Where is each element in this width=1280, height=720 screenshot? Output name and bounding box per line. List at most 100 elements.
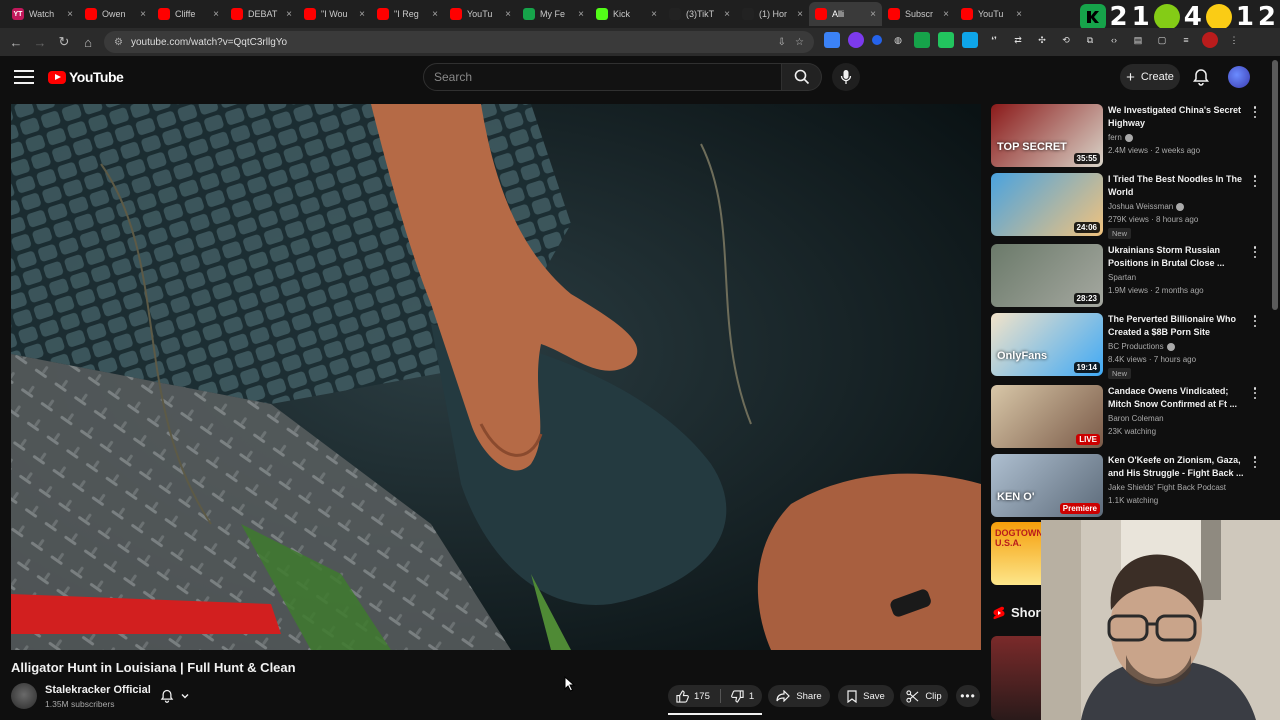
recommended-channel[interactable]: Spartan — [1108, 273, 1136, 282]
youtube-logo[interactable]: YouTube — [48, 69, 124, 85]
channel-avatar[interactable] — [11, 683, 37, 709]
recommended-video[interactable]: TOP SECRET 35:55 We Investigated China's S… — [991, 104, 1263, 168]
extension-icon[interactable] — [914, 32, 930, 48]
browser-tab[interactable]: Subscr × — [882, 2, 955, 26]
cast-icon[interactable]: ≡ — [1178, 32, 1194, 48]
extension-icon[interactable] — [938, 32, 954, 48]
install-icon[interactable]: ⇩ — [778, 37, 786, 48]
more-vertical-icon[interactable] — [1252, 175, 1258, 187]
browser-tab[interactable]: (3)TikT × — [663, 2, 736, 26]
recommended-video[interactable]: LIVE Candace Owens Vindicated; Mitch Snow… — [991, 385, 1263, 449]
extension-icon[interactable] — [848, 32, 864, 48]
save-button[interactable]: Save — [838, 685, 894, 707]
bookmark-star-icon[interactable]: ☆ — [795, 37, 804, 48]
back-button[interactable]: ← — [4, 30, 28, 54]
tab-close-icon[interactable]: × — [1016, 9, 1022, 20]
menu-icon[interactable] — [14, 68, 34, 86]
browser-tab[interactable]: Kick × — [590, 2, 663, 26]
notifications-bell-icon[interactable] — [1192, 68, 1210, 86]
recommended-video[interactable]: KEN O' Premiere Ken O'Keefe on Zionism, Ga… — [991, 454, 1263, 518]
video-thumbnail[interactable]: OnlyFans 19:14 — [991, 313, 1103, 376]
video-thumbnail[interactable]: KEN O' Premiere — [991, 454, 1103, 517]
search-button[interactable] — [782, 63, 822, 91]
browser-tab[interactable]: My Fe × — [517, 2, 590, 26]
dislike-button[interactable]: 1 — [730, 689, 754, 703]
tab-close-icon[interactable]: × — [943, 9, 949, 20]
subscription-bell-button[interactable] — [160, 686, 204, 706]
page-scrollbar[interactable] — [1272, 60, 1278, 310]
browser-tab[interactable]: "I Wou × — [298, 2, 371, 26]
profile-icon[interactable] — [1202, 32, 1218, 48]
more-vertical-icon[interactable] — [1252, 387, 1258, 399]
clip-button[interactable]: Clip — [900, 685, 948, 707]
recommended-channel[interactable]: Joshua Weissman — [1108, 202, 1185, 211]
recommended-title[interactable]: The Perverted Billionaire Who Created a … — [1108, 313, 1248, 339]
video-thumbnail[interactable]: 28:23 — [991, 244, 1103, 307]
browser-tab[interactable]: Owen × — [79, 2, 152, 26]
more-vertical-icon[interactable] — [1252, 315, 1258, 327]
browser-tab[interactable]: YouTu × — [955, 2, 1028, 26]
forward-button[interactable]: → — [28, 30, 52, 54]
recommended-channel[interactable]: BC Productions — [1108, 342, 1175, 351]
tab-close-icon[interactable]: × — [724, 9, 730, 20]
voice-search-button[interactable] — [832, 63, 860, 91]
extension-icon[interactable]: ❛❜ — [986, 32, 1002, 48]
tab-close-icon[interactable]: × — [140, 9, 146, 20]
channel-name[interactable]: Stalekracker Official — [45, 684, 151, 696]
window-icon[interactable]: ▢ — [1154, 32, 1170, 48]
more-vertical-icon[interactable] — [1252, 106, 1258, 118]
recommended-video[interactable]: OnlyFans 19:14 The Perverted Billionaire W… — [991, 313, 1263, 379]
sidebar-icon[interactable]: ▤ — [1130, 32, 1146, 48]
recommended-video[interactable]: 28:23 Ukrainians Storm Russian Positions … — [991, 244, 1263, 308]
browser-tab[interactable]: (1) Hor × — [736, 2, 809, 26]
tab-close-icon[interactable]: × — [286, 9, 292, 20]
extension-icon[interactable] — [962, 32, 978, 48]
browser-tab[interactable]: YT Watch × — [6, 2, 79, 26]
reload-button[interactable]: ↻ — [52, 30, 76, 54]
browser-tab[interactable]: YouTu × — [444, 2, 517, 26]
devtools-icon[interactable]: ‹› — [1106, 32, 1122, 48]
screenshot-icon[interactable]: ⧉ — [1082, 32, 1098, 48]
extension-icon[interactable]: ◍ — [890, 32, 906, 48]
puzzle-icon[interactable]: ✣ — [1034, 32, 1050, 48]
home-button[interactable]: ⌂ — [76, 30, 100, 54]
recommended-channel[interactable]: Jake Shields' Fight Back Podcast — [1108, 483, 1226, 492]
tab-close-icon[interactable]: × — [213, 9, 219, 20]
video-player[interactable] — [11, 104, 981, 650]
more-vertical-icon[interactable] — [1252, 246, 1258, 258]
site-info-icon[interactable]: ⚙ — [114, 37, 123, 48]
tab-close-icon[interactable]: × — [67, 9, 73, 20]
recommended-title[interactable]: I Tried The Best Noodles In The World — [1108, 173, 1248, 199]
menu-icon[interactable]: ⋮ — [1226, 32, 1242, 48]
extension-icon[interactable] — [872, 35, 882, 45]
recommended-video[interactable]: 24:06 I Tried The Best Noodles In The Wor… — [991, 173, 1263, 239]
tab-close-icon[interactable]: × — [651, 9, 657, 20]
tab-close-icon[interactable]: × — [432, 9, 438, 20]
video-thumbnail[interactable]: 24:06 — [991, 173, 1103, 236]
tab-close-icon[interactable]: × — [870, 9, 876, 20]
recommended-title[interactable]: We Investigated China's Secret Highway — [1108, 104, 1248, 130]
video-thumbnail[interactable]: TOP SECRET 35:55 — [991, 104, 1103, 167]
browser-tab[interactable]: "I Reg × — [371, 2, 444, 26]
more-actions-button[interactable]: ••• — [956, 685, 980, 707]
tab-close-icon[interactable]: × — [359, 9, 365, 20]
like-button[interactable]: 175 — [676, 689, 710, 703]
recommended-title[interactable]: Candace Owens Vindicated; Mitch Snow Con… — [1108, 385, 1248, 411]
recommended-channel[interactable]: Baron Coleman — [1108, 414, 1164, 423]
browser-tab[interactable]: DEBAT × — [225, 2, 298, 26]
recommended-title[interactable]: Ken O'Keefe on Zionism, Gaza, and His St… — [1108, 454, 1248, 480]
tab-close-icon[interactable]: × — [505, 9, 511, 20]
share-button[interactable]: Share — [768, 685, 830, 707]
history-icon[interactable]: ⟲ — [1058, 32, 1074, 48]
extension-icon[interactable] — [824, 32, 840, 48]
account-avatar[interactable] — [1228, 66, 1250, 88]
tab-close-icon[interactable]: × — [797, 9, 803, 20]
video-thumbnail[interactable]: LIVE — [991, 385, 1103, 448]
recommended-title[interactable]: Ukrainians Storm Russian Positions in Br… — [1108, 244, 1248, 270]
recommended-channel[interactable]: fern — [1108, 133, 1133, 142]
browser-tab[interactable]: Alli × — [809, 2, 882, 26]
extension-icon[interactable]: ⇄ — [1010, 32, 1026, 48]
tab-close-icon[interactable]: × — [578, 9, 584, 20]
more-vertical-icon[interactable] — [1252, 456, 1258, 468]
address-bar[interactable]: ⚙ youtube.com/watch?v=QqtC3rllgYo ⇩ ☆ — [104, 31, 814, 53]
